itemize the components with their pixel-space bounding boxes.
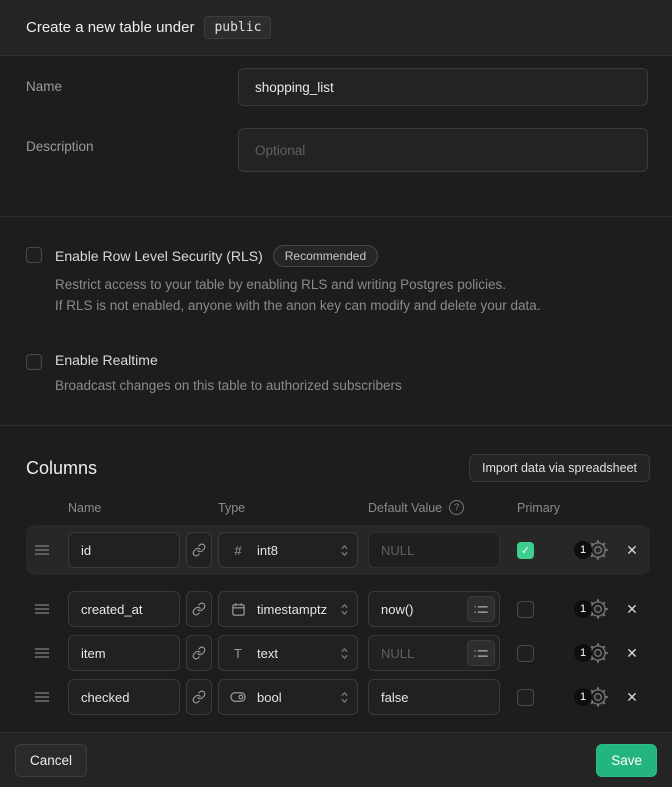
realtime-checkbox[interactable] (26, 354, 42, 370)
rls-description: Restrict access to your table by enablin… (55, 274, 541, 316)
rls-description-line1: Restrict access to your table by enablin… (55, 274, 541, 295)
column-row-created-at: timestamptz 1 ✕ (26, 591, 650, 627)
dialog-header: Create a new table under public (0, 0, 672, 56)
description-row: Description (26, 128, 648, 172)
header-primary: Primary (517, 501, 560, 515)
column-settings-button[interactable]: 1 (574, 598, 609, 620)
create-table-dialog: Create a new table under public Name Des… (0, 0, 672, 787)
column-type-select[interactable]: bool (218, 679, 358, 715)
column-row-id: # int8 ✓ 1 ✕ (26, 525, 650, 575)
dialog-footer: Cancel Save (0, 732, 672, 787)
list-icon (474, 648, 488, 659)
chevron-up-down-icon (340, 603, 349, 616)
column-type-value: int8 (257, 543, 330, 558)
remove-column-button[interactable]: ✕ (621, 601, 643, 618)
foreign-key-button[interactable] (186, 591, 212, 627)
hash-icon: # (229, 543, 247, 558)
columns-heading: Columns (26, 458, 97, 479)
table-description-input[interactable] (238, 128, 648, 172)
primary-checkbox[interactable]: ✓ (517, 542, 534, 559)
primary-checkbox[interactable] (517, 601, 534, 618)
general-section: Name Description (0, 56, 672, 216)
column-name-input[interactable] (68, 591, 180, 627)
column-default-input[interactable] (368, 532, 500, 568)
help-icon[interactable]: ? (449, 500, 464, 515)
settings-count-badge: 1 (574, 541, 592, 559)
column-type-value: bool (257, 690, 330, 705)
column-name-input[interactable] (68, 532, 180, 568)
default-value-picker-button[interactable] (467, 596, 495, 622)
rls-label: Enable Row Level Security (RLS) (55, 248, 263, 264)
drag-handle-icon[interactable] (34, 647, 52, 659)
column-type-select[interactable]: timestamptz (218, 591, 358, 627)
link-icon (192, 543, 206, 557)
check-icon: ✓ (521, 544, 530, 557)
chevron-up-down-icon (340, 544, 349, 557)
rls-description-line2: If RLS is not enabled, anyone with the a… (55, 295, 541, 316)
chevron-up-down-icon (340, 691, 349, 704)
realtime-block: Enable Realtime Broadcast changes on thi… (26, 352, 646, 396)
cancel-button[interactable]: Cancel (15, 744, 87, 777)
description-label: Description (26, 128, 238, 154)
header-default-value: Default Value ? (368, 500, 517, 515)
settings-count-badge: 1 (574, 644, 592, 662)
column-settings-button[interactable]: 1 (574, 539, 609, 561)
link-icon (192, 690, 206, 704)
remove-column-button[interactable]: ✕ (621, 645, 643, 662)
remove-column-button[interactable]: ✕ (621, 689, 643, 706)
link-icon (192, 602, 206, 616)
dialog-title: Create a new table under (26, 19, 194, 36)
column-type-select[interactable]: T text (218, 635, 358, 671)
name-row: Name (26, 68, 648, 106)
rls-block: Enable Row Level Security (RLS) Recommen… (26, 245, 646, 316)
column-settings-button[interactable]: 1 (574, 642, 609, 664)
column-name-input[interactable] (68, 679, 180, 715)
schema-badge: public (204, 16, 271, 39)
remove-column-button[interactable]: ✕ (621, 542, 643, 559)
header-type: Type (218, 501, 368, 515)
foreign-key-button[interactable] (186, 679, 212, 715)
header-default-label: Default Value (368, 501, 442, 515)
list-icon (474, 604, 488, 615)
foreign-key-button[interactable] (186, 635, 212, 671)
close-icon: ✕ (626, 542, 638, 558)
primary-checkbox[interactable] (517, 645, 534, 662)
chevron-up-down-icon (340, 647, 349, 660)
calendar-icon (229, 602, 247, 617)
settings-count-badge: 1 (574, 600, 592, 618)
rls-checkbox[interactable] (26, 247, 42, 263)
drag-handle-icon[interactable] (34, 544, 52, 556)
options-section: Enable Row Level Security (RLS) Recommen… (0, 217, 672, 425)
primary-checkbox[interactable] (517, 689, 534, 706)
text-icon: T (229, 646, 247, 661)
foreign-key-button[interactable] (186, 532, 212, 568)
realtime-label: Enable Realtime (55, 352, 158, 368)
header-name: Name (68, 501, 218, 515)
toggle-icon (229, 691, 247, 703)
realtime-description: Broadcast changes on this table to autho… (55, 375, 402, 396)
name-label: Name (26, 68, 238, 94)
drag-handle-icon[interactable] (34, 603, 52, 615)
column-type-select[interactable]: # int8 (218, 532, 358, 568)
recommended-badge: Recommended (273, 245, 378, 267)
default-value-picker-button[interactable] (467, 640, 495, 666)
settings-count-badge: 1 (574, 688, 592, 706)
close-icon: ✕ (626, 601, 638, 617)
close-icon: ✕ (626, 645, 638, 661)
import-spreadsheet-button[interactable]: Import data via spreadsheet (469, 454, 650, 482)
table-name-input[interactable] (238, 68, 648, 106)
drag-handle-icon[interactable] (34, 691, 52, 703)
link-icon (192, 646, 206, 660)
save-button[interactable]: Save (596, 744, 657, 777)
close-icon: ✕ (626, 689, 638, 705)
column-type-value: timestamptz (257, 602, 330, 617)
columns-section: Columns Import data via spreadsheet Name… (0, 426, 672, 732)
column-settings-button[interactable]: 1 (574, 686, 609, 708)
column-row-checked: bool 1 ✕ (26, 679, 650, 715)
column-name-input[interactable] (68, 635, 180, 671)
column-row-item: T text 1 ✕ (26, 635, 650, 671)
columns-header-row: Name Type Default Value ? Primary (0, 500, 672, 515)
column-type-value: text (257, 646, 330, 661)
column-default-input[interactable] (368, 679, 500, 715)
